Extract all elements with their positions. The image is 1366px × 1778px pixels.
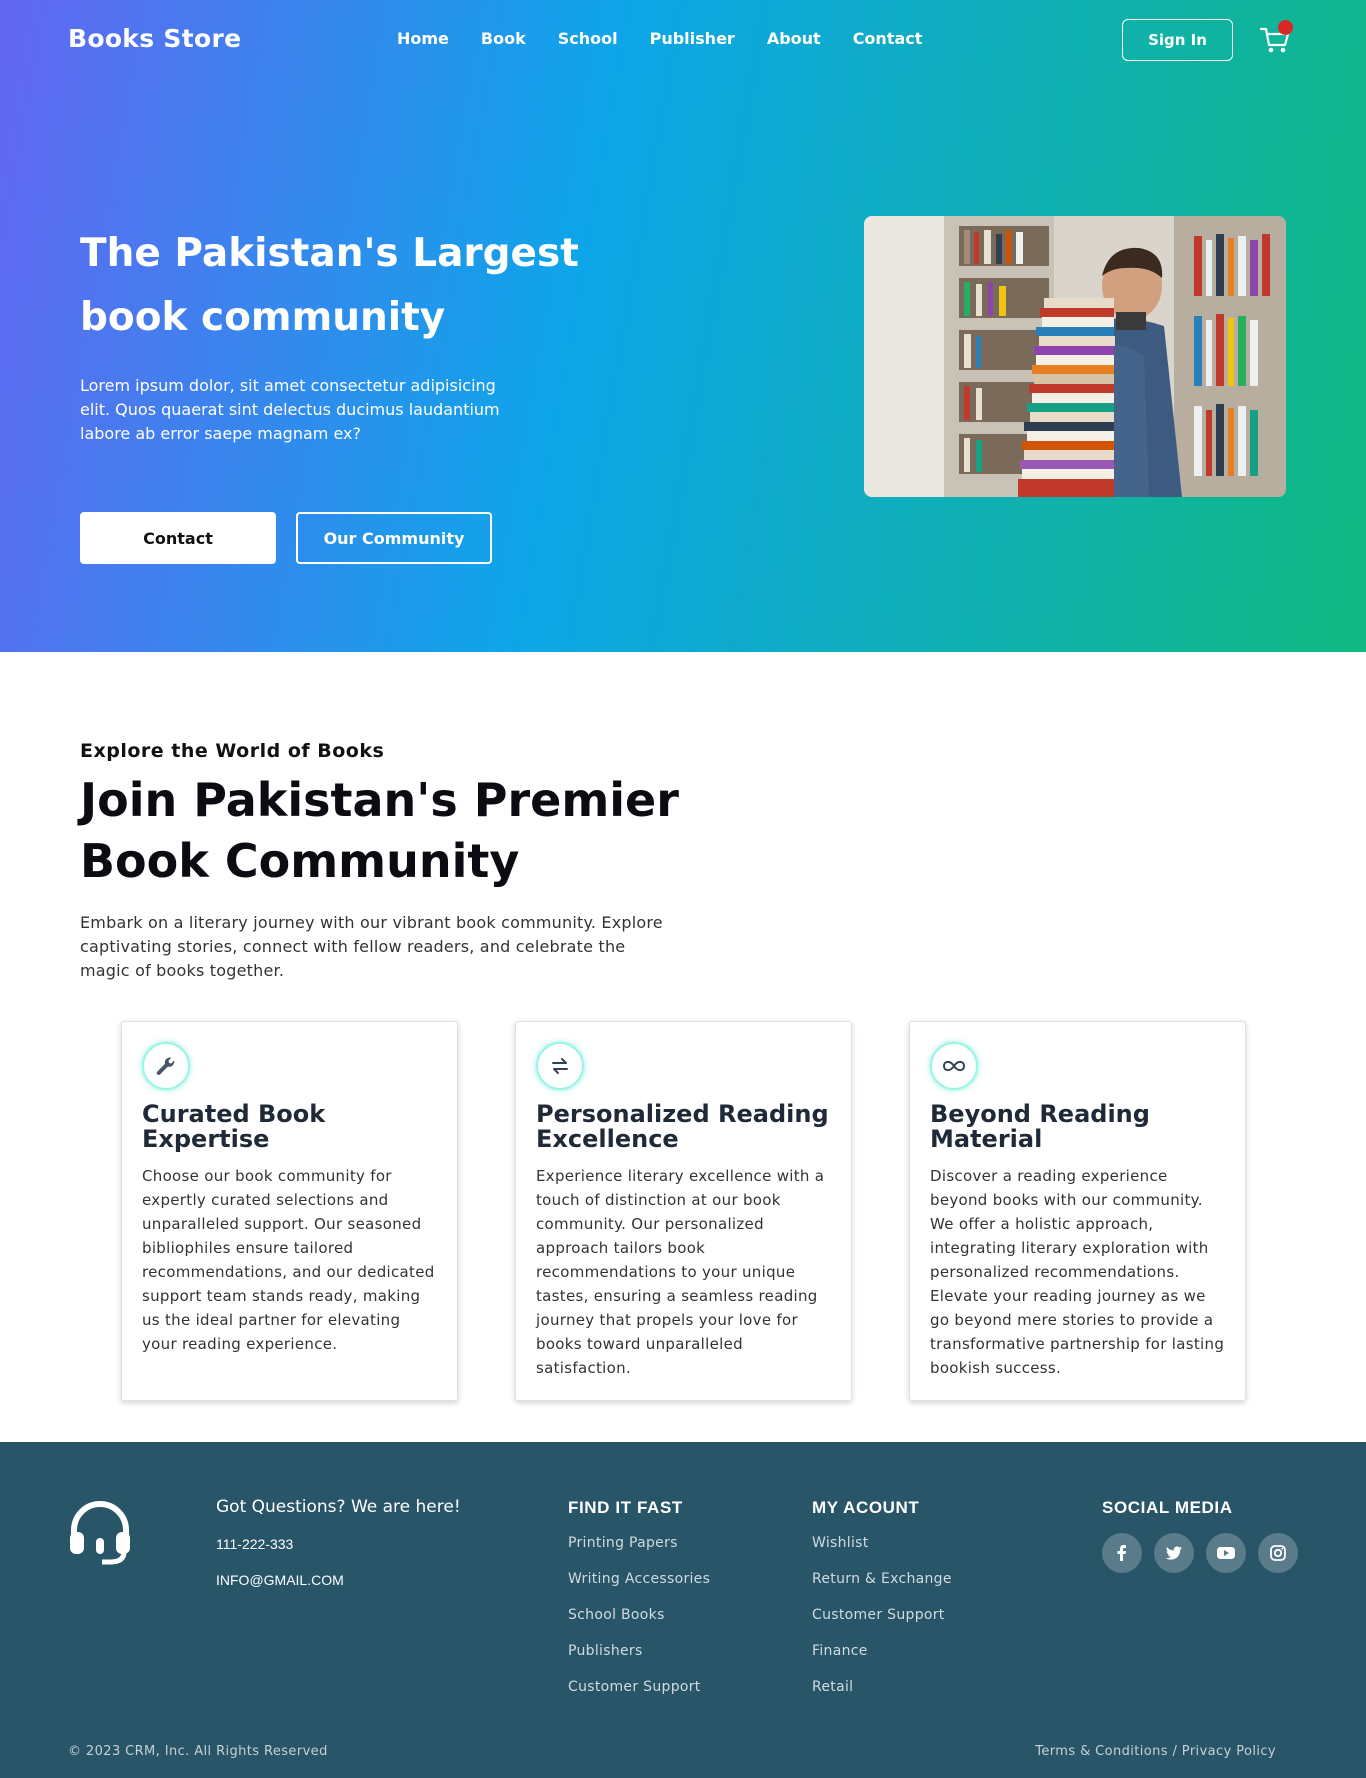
site-footer: Got Questions? We are here! 111-222-333 … xyxy=(0,1442,1366,1778)
feature-card: Personalized Reading Excellence Experien… xyxy=(515,1021,852,1401)
social-media-heading: SOCIAL MEDIA xyxy=(1102,1498,1233,1517)
nav-publisher[interactable]: Publisher xyxy=(650,29,735,48)
feature-card: Curated Book Expertise Choose our book c… xyxy=(121,1021,458,1401)
social-media-column: SOCIAL MEDIA xyxy=(1102,1498,1233,1534)
nav-book[interactable]: Book xyxy=(481,29,526,48)
hero-description: Lorem ipsum dolor, sit amet consectetur … xyxy=(80,376,500,443)
hero-image xyxy=(864,216,1286,497)
contact-button[interactable]: Contact xyxy=(80,512,276,564)
phone-number[interactable]: 111-222-333 xyxy=(216,1536,293,1552)
feature-card-title: Beyond Reading Material xyxy=(930,1100,1150,1153)
email-address[interactable]: INFO@GMAIL.COM xyxy=(216,1572,344,1588)
find-it-fast-column: FIND IT FAST Printing Papers Writing Acc… xyxy=(568,1498,710,1714)
footer-link-school-books[interactable]: School Books xyxy=(568,1606,710,1642)
questions-heading: Got Questions? We are here! xyxy=(216,1497,461,1517)
copyright-text: © 2023 CRM, Inc. All Rights Reserved xyxy=(68,1744,328,1759)
feature-card-title: Curated Book Expertise xyxy=(142,1100,326,1153)
my-account-heading: MY ACOUNT xyxy=(812,1498,920,1517)
instagram-icon[interactable] xyxy=(1258,1533,1298,1573)
section-eyebrow: Explore the World of Books xyxy=(80,740,385,762)
main-nav: Home Book School Publisher About Contact xyxy=(397,29,954,48)
hero-title: The Pakistan's Largest book community xyxy=(80,231,579,340)
nav-contact[interactable]: Contact xyxy=(853,29,923,48)
feature-card-text: Choose our book community for expertly c… xyxy=(142,1167,435,1353)
feature-card-title: Personalized Reading Excellence xyxy=(536,1100,829,1153)
footer-link-printing-papers[interactable]: Printing Papers xyxy=(568,1534,710,1570)
nav-about[interactable]: About xyxy=(767,29,821,48)
our-community-button[interactable]: Our Community xyxy=(296,512,492,564)
infinity-icon xyxy=(930,1042,978,1090)
section-title: Join Pakistan's Premier Book Community xyxy=(80,773,679,888)
footer-link-writing-accessories[interactable]: Writing Accessories xyxy=(568,1570,710,1606)
footer-link-customer-support[interactable]: Customer Support xyxy=(812,1606,952,1642)
nav-home[interactable]: Home xyxy=(397,29,449,48)
footer-link-finance[interactable]: Finance xyxy=(812,1642,952,1678)
youtube-icon[interactable] xyxy=(1206,1533,1246,1573)
footer-link-publishers[interactable]: Publishers xyxy=(568,1642,710,1678)
social-links xyxy=(1102,1533,1298,1573)
feature-card-text: Experience literary excellence with a to… xyxy=(536,1167,825,1377)
wrench-icon xyxy=(142,1042,190,1090)
footer-link-wishlist[interactable]: Wishlist xyxy=(812,1534,952,1570)
footer-link-customer-support[interactable]: Customer Support xyxy=(568,1678,710,1714)
brand-logo[interactable]: Books Store xyxy=(68,24,241,53)
section-description: Embark on a literary journey with our vi… xyxy=(80,913,663,980)
footer-link-return-exchange[interactable]: Return & Exchange xyxy=(812,1570,952,1606)
headset-icon xyxy=(70,1501,130,1565)
feature-card: Beyond Reading Material Discover a readi… xyxy=(909,1021,1246,1401)
twitter-icon[interactable] xyxy=(1154,1533,1194,1573)
feature-card-text: Discover a reading experience beyond boo… xyxy=(930,1167,1225,1377)
legal-links[interactable]: Terms & Conditions / Privacy Policy xyxy=(1035,1744,1276,1759)
nav-school[interactable]: School xyxy=(558,29,618,48)
find-it-fast-heading: FIND IT FAST xyxy=(568,1498,683,1517)
my-account-column: MY ACOUNT Wishlist Return & Exchange Cus… xyxy=(812,1498,952,1714)
facebook-icon[interactable] xyxy=(1102,1533,1142,1573)
cart-badge xyxy=(1278,20,1293,35)
exchange-icon xyxy=(536,1042,584,1090)
hero-section: Books Store Home Book School Publisher A… xyxy=(0,0,1366,652)
footer-link-retail[interactable]: Retail xyxy=(812,1678,952,1714)
sign-in-button[interactable]: Sign In xyxy=(1122,19,1233,61)
